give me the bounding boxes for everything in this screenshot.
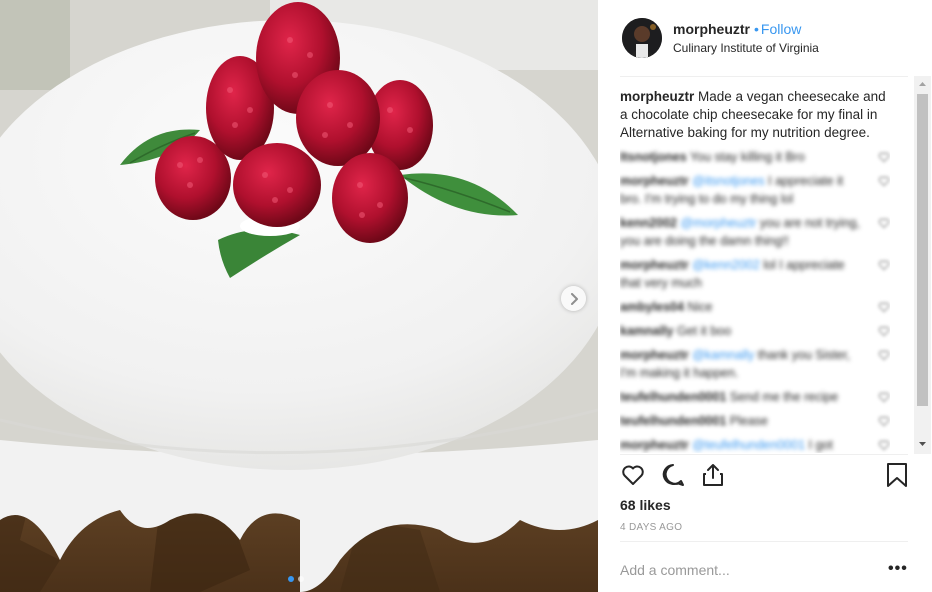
scrollbar-thumb[interactable] xyxy=(917,94,928,406)
post-photo[interactable] xyxy=(0,0,598,592)
comment-username[interactable]: morpheuztr xyxy=(620,258,689,272)
comment-row: morpheuztr @kenn2002 lol I appreciate th… xyxy=(620,256,890,292)
carousel-dot-active xyxy=(288,576,294,582)
comment-username[interactable]: kamnally xyxy=(620,324,674,338)
comment-text: kamnally Get it boo xyxy=(620,322,860,340)
comment-mention[interactable]: @kamnally xyxy=(692,348,754,362)
comment-like-heart-icon[interactable] xyxy=(878,217,890,229)
comment-username[interactable]: teufelhunden0001 xyxy=(620,390,726,404)
comment-mention[interactable]: @kenn2002 xyxy=(692,258,760,272)
separator-dot: • xyxy=(754,21,759,37)
comment-row: kenn2002 @morpheuztr you are not trying,… xyxy=(620,214,890,250)
caption-username[interactable]: morpheuztr xyxy=(620,89,694,104)
comment-like-heart-icon[interactable] xyxy=(878,151,890,163)
comment-text: teufelhunden0001 Please xyxy=(620,412,860,430)
comment-text: ambyles04 Nice xyxy=(620,298,860,316)
comment-row: morpheuztr @itsnotjones I appreciate it … xyxy=(620,172,890,208)
comment-row: kamnally Get it boo xyxy=(620,322,890,340)
bookmark-icon xyxy=(887,463,907,487)
comment-body: Send me the recipe xyxy=(729,390,839,404)
comment-username[interactable]: Itsnotjones xyxy=(620,150,687,164)
comment-row: teufelhunden0001 Please xyxy=(620,412,890,430)
scroll-down-arrow-icon[interactable] xyxy=(914,438,931,450)
more-options-button[interactable]: ••• xyxy=(888,561,908,577)
post-header: morpheuztr • Follow Culinary Institute of … xyxy=(598,0,932,76)
comment-row: Itsnotjones You stay killing it Bro xyxy=(620,148,890,166)
comment-like-heart-icon[interactable] xyxy=(878,325,890,337)
comment-like-heart-icon[interactable] xyxy=(878,259,890,271)
comment-row: morpheuztr @kamnally thank you Sister, I… xyxy=(620,346,890,382)
comment-text: Itsnotjones You stay killing it Bro xyxy=(620,148,860,166)
comment-like-heart-icon[interactable] xyxy=(878,415,890,427)
scroll-up-arrow-icon[interactable] xyxy=(914,78,931,90)
location-link[interactable]: Culinary Institute of Virginia xyxy=(673,40,819,56)
comment-button[interactable] xyxy=(660,462,688,490)
add-comment-input[interactable] xyxy=(620,558,850,582)
comment-like-heart-icon[interactable] xyxy=(878,301,890,313)
post-caption: morpheuztr Made a vegan cheesecake and a… xyxy=(620,88,890,142)
comment-icon xyxy=(662,464,684,486)
comment-text: teufelhunden0001 Send me the recipe xyxy=(620,388,860,406)
save-button[interactable] xyxy=(885,462,913,490)
comment-mention[interactable]: @itsnotjones xyxy=(692,174,764,188)
comment-like-heart-icon[interactable] xyxy=(878,349,890,361)
comment-username[interactable]: teufelhunden0001 xyxy=(620,414,726,428)
post-actions xyxy=(620,462,910,492)
post-side-panel: morpheuztr • Follow Culinary Institute of … xyxy=(598,0,932,592)
share-icon xyxy=(703,464,723,486)
comment-body: I got xyxy=(805,438,833,452)
comment-like-heart-icon[interactable] xyxy=(878,175,890,187)
comment-row: ambyles04 Nice xyxy=(620,298,890,316)
username-link[interactable]: morpheuztr xyxy=(673,21,750,37)
header-divider xyxy=(620,76,908,77)
comment-body: Nice xyxy=(687,300,713,314)
comment-row: morpheuztr @teufelhunden0001 I got xyxy=(620,436,890,453)
comment-like-heart-icon[interactable] xyxy=(878,391,890,403)
post-date: 4 DAYS AGO xyxy=(620,522,683,533)
post-header-text: morpheuztr • Follow Culinary Institute of … xyxy=(673,21,819,56)
carousel-indicator xyxy=(288,576,304,582)
comment-body: Get it boo xyxy=(677,324,732,338)
comment-body: You stay killing it Bro xyxy=(689,150,805,164)
avatar[interactable] xyxy=(622,18,662,58)
comment-like-heart-icon[interactable] xyxy=(878,439,890,451)
comment-username[interactable]: kenn2002 xyxy=(620,216,677,230)
comment-row: teufelhunden0001 Send me the recipe xyxy=(620,388,890,406)
comment-mention[interactable]: @morpheuztr xyxy=(680,216,756,230)
heart-icon xyxy=(622,465,644,485)
chevron-right-icon xyxy=(570,292,578,305)
actions-divider xyxy=(620,454,908,455)
comment-mention[interactable]: @teufelhunden0001 xyxy=(692,438,805,452)
comment-username[interactable]: ambyles04 xyxy=(620,300,684,314)
comment-body: Please xyxy=(729,414,768,428)
avatar-image xyxy=(622,18,662,58)
comment-username[interactable]: morpheuztr xyxy=(620,348,689,362)
like-button[interactable] xyxy=(620,462,648,490)
comment-text: morpheuztr @teufelhunden0001 I got xyxy=(620,436,860,453)
comment-text: morpheuztr @itsnotjones I appreciate it … xyxy=(620,172,860,208)
share-button[interactable] xyxy=(700,462,728,490)
comment-username[interactable]: morpheuztr xyxy=(620,438,689,452)
carousel-dot xyxy=(298,576,304,582)
comment-input-divider xyxy=(620,541,908,542)
cheesecake-image xyxy=(0,0,598,592)
comments-list[interactable]: morpheuztr Made a vegan cheesecake and a… xyxy=(620,88,890,453)
comments-scrollbar[interactable] xyxy=(914,76,931,454)
comment-username[interactable]: morpheuztr xyxy=(620,174,689,188)
comment-text: kenn2002 @morpheuztr you are not trying,… xyxy=(620,214,860,250)
likes-count[interactable]: 68 likes xyxy=(620,497,671,513)
follow-button[interactable]: Follow xyxy=(761,21,801,37)
next-photo-button[interactable] xyxy=(561,286,586,311)
comment-text: morpheuztr @kamnally thank you Sister, I… xyxy=(620,346,860,382)
comment-text: morpheuztr @kenn2002 lol I appreciate th… xyxy=(620,256,860,292)
